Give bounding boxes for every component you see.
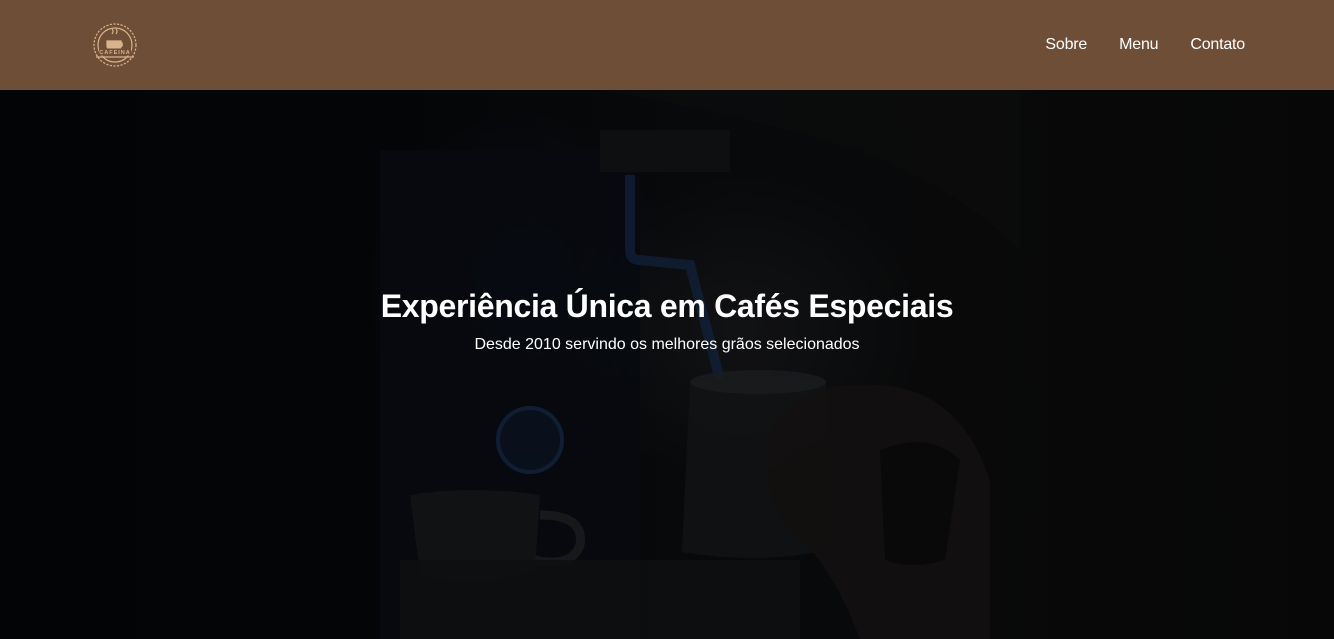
nav-item-sobre: Sobre bbox=[1045, 36, 1087, 54]
nav-link-menu[interactable]: Menu bbox=[1119, 36, 1158, 53]
nav-link-contato[interactable]: Contato bbox=[1190, 36, 1245, 53]
hero-title: Experiência Única em Cafés Especiais bbox=[380, 288, 954, 324]
logo-text: CAFEINA bbox=[99, 50, 130, 56]
nav-item-contato: Contato bbox=[1190, 36, 1245, 54]
navbar: CAFEINA Sobre Menu Contato bbox=[0, 0, 1334, 90]
logo-link[interactable]: CAFEINA bbox=[84, 19, 146, 71]
hero-overlay bbox=[0, 90, 1334, 639]
hero-subtitle: Desde 2010 servindo os melhores grãos se… bbox=[474, 336, 860, 353]
nav-menu: Sobre Menu Contato bbox=[1045, 36, 1245, 54]
nav-link-sobre[interactable]: Sobre bbox=[1045, 36, 1087, 53]
nav-item-menu: Menu bbox=[1119, 36, 1158, 54]
hero-section: Experiência Única em Cafés Especiais Des… bbox=[0, 90, 1334, 639]
hero-content: Experiência Única em Cafés Especiais Des… bbox=[0, 286, 1334, 355]
coffee-cup-logo-icon: CAFEINA bbox=[93, 23, 137, 67]
